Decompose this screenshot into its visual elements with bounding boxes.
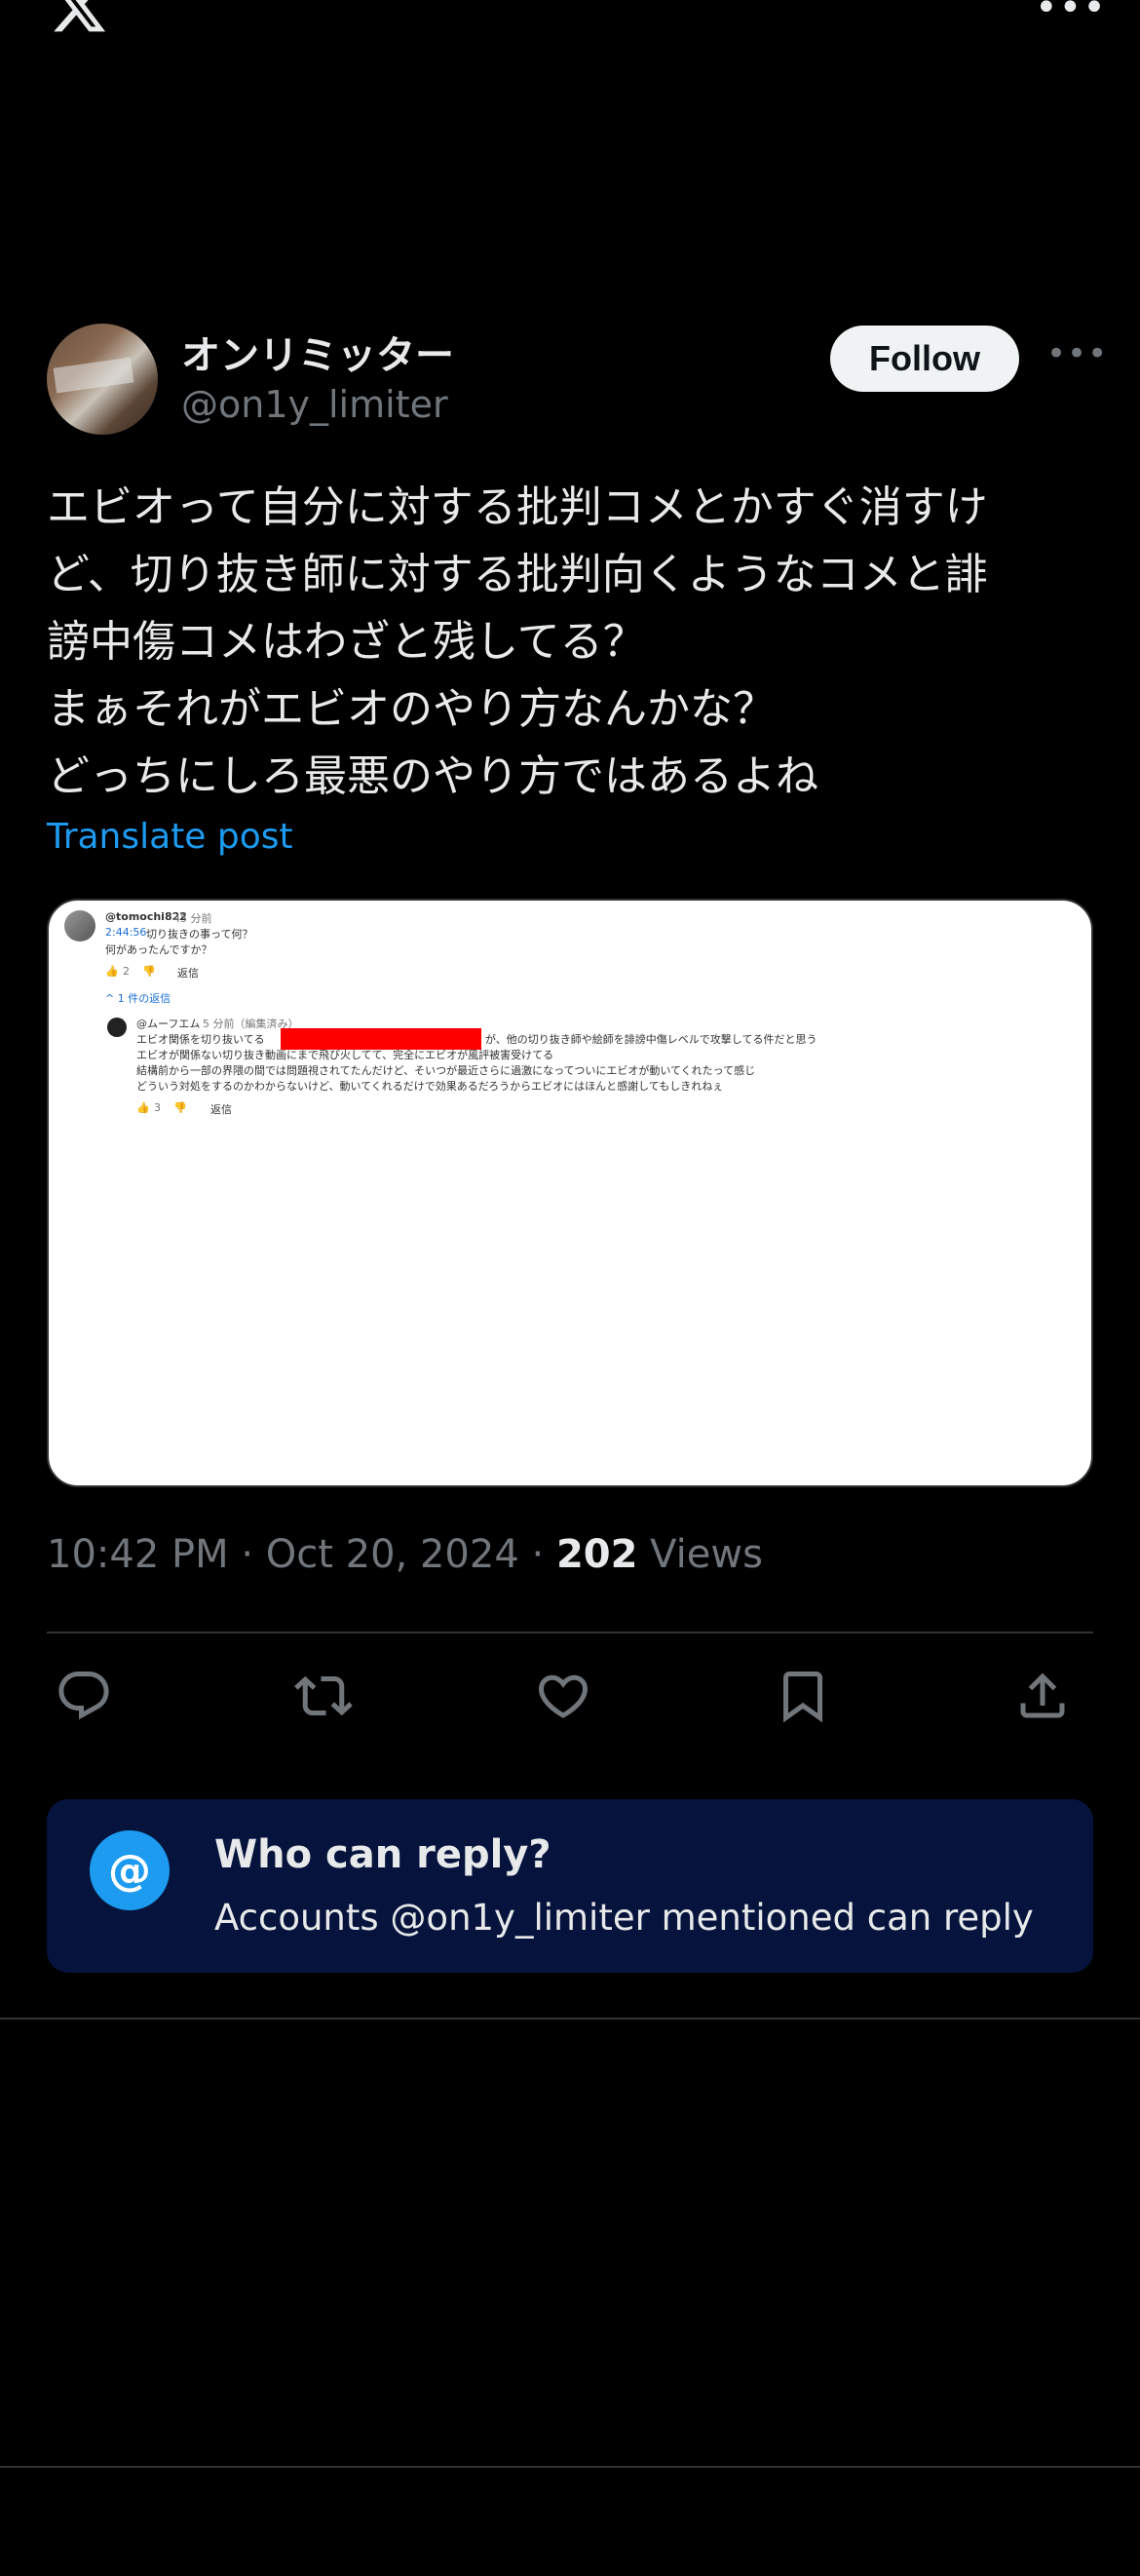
tweet-line: エビオって自分に対する批判コメとかすぐ消すけ xyxy=(47,482,988,532)
thumbs-up-icon: 👍 xyxy=(136,1101,150,1114)
tweet-line: 謗中傷コメはわざと残してる？ xyxy=(47,617,646,667)
reply-text: エビオが関係ない切り抜き動画にまで飛び火してて、完全にエビオが風評被害受けてる xyxy=(136,1049,554,1061)
views-count: 202 xyxy=(555,1532,638,1577)
post-date[interactable]: Oct 20, 2024 xyxy=(266,1532,519,1577)
who-can-reply-title: Who can reply? xyxy=(214,1832,551,1877)
meta-separator: · xyxy=(228,1532,266,1577)
repost-icon[interactable] xyxy=(294,1667,353,1725)
translate-post-link[interactable]: Translate post xyxy=(47,817,293,857)
action-bar xyxy=(47,1667,1099,1735)
replies-toggle: ^ 1 件の返信 xyxy=(105,992,171,1005)
user-more-icon[interactable]: ••• xyxy=(1046,337,1108,370)
tweet-line: ど、切り抜き師に対する批判向くようなコメと誹 xyxy=(47,550,988,599)
x-logo-icon[interactable] xyxy=(47,0,111,37)
top-bar: ••• xyxy=(0,0,1140,58)
user-handle[interactable]: @on1y_limiter xyxy=(181,383,448,426)
reply-text: エビオ関係を切り抜いてる xyxy=(136,1033,265,1046)
comment-text: 切り抜きの事って何？ xyxy=(146,928,253,941)
mention-icon: @ xyxy=(90,1830,170,1910)
like-count: 3 xyxy=(154,1101,161,1114)
reply-icon[interactable] xyxy=(55,1667,113,1725)
comment-text: 何があったんですか？ xyxy=(105,943,212,956)
post-time[interactable]: 10:42 PM xyxy=(47,1532,229,1577)
meta-separator: · xyxy=(518,1532,556,1577)
reply-label: 返信 xyxy=(210,1103,232,1116)
share-icon[interactable] xyxy=(1013,1667,1072,1725)
reply-author: @ムーフエム xyxy=(136,1018,201,1030)
comment-avatar xyxy=(64,910,95,942)
reply-text: 結構前から一部の界隈の間では問題視されてたんだけど、そいつが最近さらに過激になっ… xyxy=(136,1064,756,1077)
thumbs-down-icon: 👎 xyxy=(173,1101,187,1114)
post-meta: 10:42 PM · Oct 20, 2024 · 202 Views xyxy=(47,1532,763,1577)
views-label: Views xyxy=(637,1532,763,1577)
comment-time: 45 分前 xyxy=(173,912,212,925)
reply-text: が、他の切り抜き師や絵師を誹謗中傷レベルで攻撃してる件だと思う xyxy=(485,1033,817,1046)
like-count: 2 xyxy=(123,965,130,978)
thumbs-down-icon: 👎 xyxy=(142,965,156,978)
attached-image[interactable]: @tomochi822 45 分前 2:44:56 切り抜きの事って何？ 何があ… xyxy=(47,899,1093,1487)
tweet-line: まぁそれがエビオのやり方なんかな？ xyxy=(47,684,776,734)
reply-avatar xyxy=(107,1018,127,1037)
divider xyxy=(0,2466,1140,2468)
tweet-text: エビオって自分に対する批判コメとかすぐ消すけ ど、切り抜き師に対する批判向くよう… xyxy=(47,474,1099,810)
who-can-reply-panel: @ Who can reply? Accounts @on1y_limiter … xyxy=(47,1799,1093,1973)
thumbs-up-icon: 👍 xyxy=(105,965,119,978)
who-can-reply-subtitle: Accounts @on1y_limiter mentioned can rep… xyxy=(214,1897,1034,1939)
tweet-line: どっちにしろ最悪のやり方ではあるよね xyxy=(47,751,818,801)
bookmark-icon[interactable] xyxy=(774,1667,832,1725)
display-name[interactable]: オンリミッター xyxy=(181,324,454,380)
divider xyxy=(47,1632,1093,1634)
like-icon[interactable] xyxy=(534,1667,592,1725)
follow-button[interactable]: Follow xyxy=(830,326,1019,392)
more-options-icon[interactable]: ••• xyxy=(1035,0,1107,27)
comment-timestamp-link: 2:44:56 xyxy=(105,926,147,939)
reply-text: どういう対処をするのかわからないけど、動いてくれるだけで効果あるだろうからエビオ… xyxy=(136,1080,724,1093)
divider xyxy=(0,2018,1140,2019)
reply-label: 返信 xyxy=(177,967,199,980)
avatar[interactable] xyxy=(47,324,158,435)
